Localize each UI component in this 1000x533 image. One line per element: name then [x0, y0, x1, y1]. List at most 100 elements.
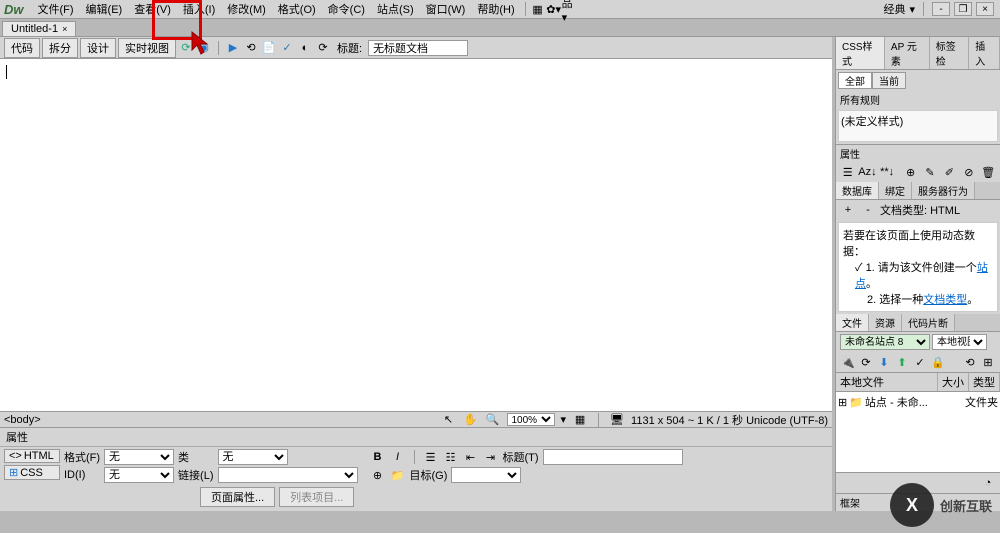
menu-commands[interactable]: 命令(C) [322, 0, 371, 19]
hand-tool-icon[interactable]: ✋ [463, 412, 479, 428]
title-input[interactable] [368, 40, 468, 56]
maximize-button[interactable]: ❐ [954, 2, 972, 16]
design-editor[interactable] [0, 59, 832, 411]
menu-edit[interactable]: 编辑(E) [80, 0, 129, 19]
select-tool-icon[interactable]: ↖ [441, 412, 457, 428]
menu-view[interactable]: 查看(V) [128, 0, 177, 19]
indent-icon[interactable]: ⇥ [483, 449, 499, 465]
checkin-icon[interactable]: 🔒 [930, 354, 946, 370]
tab-bindings[interactable]: 绑定 [879, 182, 912, 199]
tab-database[interactable]: 数据库 [836, 182, 879, 199]
split-view-button[interactable]: 拆分 [42, 38, 78, 58]
layout-label[interactable]: 经典 [883, 1, 905, 17]
new-rule-icon[interactable]: ✎ [922, 164, 937, 180]
css-all-button[interactable]: 全部 [838, 72, 872, 89]
tab-assets[interactable]: 资源 [869, 314, 902, 331]
view-select[interactable]: 本地视图 [932, 334, 987, 350]
file-list[interactable]: ⊞ 📁 站点 - 未命... 文件夹 [836, 392, 1000, 472]
col-file[interactable]: 本地文件 [836, 373, 938, 391]
ol-icon[interactable]: ☷ [443, 449, 459, 465]
tab-snippets[interactable]: 代码片断 [902, 314, 955, 331]
layout-dropdown-icon[interactable]: ▾ [909, 3, 915, 16]
id-select[interactable]: 无 [104, 467, 174, 483]
menu-modify[interactable]: 修改(M) [221, 0, 272, 19]
props-css-tab[interactable]: ⊞CSS [4, 465, 60, 480]
italic-icon[interactable]: I [390, 449, 406, 465]
browse-folder-icon[interactable]: 📁 [390, 467, 406, 483]
validate-icon[interactable]: ✓ [279, 40, 295, 56]
connect-icon[interactable]: 🔌 [840, 354, 856, 370]
attach-css-icon[interactable]: ⊕ [903, 164, 918, 180]
browser-preview-icon[interactable]: ▶ [225, 40, 241, 56]
edit-rule-icon[interactable]: ✐ [942, 164, 957, 180]
minimize-button[interactable]: - [932, 2, 950, 16]
device-icon[interactable]: 🖥 [609, 412, 625, 428]
tab-insert[interactable]: 插入 [969, 37, 1000, 69]
zoom-select[interactable]: 100% [507, 413, 555, 426]
live-view-button[interactable]: 实时视图 [118, 38, 176, 58]
css-current-button[interactable]: 当前 [872, 72, 906, 89]
options-icon[interactable]: ⟳ [315, 40, 331, 56]
design-view-button[interactable]: 设计 [80, 38, 116, 58]
inspect-icon[interactable]: ◉ [196, 40, 212, 56]
show-set-icon[interactable]: **↓ [879, 164, 894, 180]
show-list-icon[interactable]: Az↓ [859, 164, 875, 180]
extend-icon[interactable]: ✿▾ [546, 1, 562, 17]
zoom-tool-icon[interactable]: 🔍 [485, 412, 501, 428]
page-properties-button[interactable]: 页面属性... [200, 487, 275, 507]
window-size-icon[interactable]: ▦ [572, 412, 588, 428]
class-select[interactable]: 无 [218, 449, 288, 465]
tab-ap-elements[interactable]: AP 元素 [885, 37, 930, 69]
get-icon[interactable]: ⬇ [876, 354, 892, 370]
site-select[interactable]: 未命名站点 8 [840, 334, 930, 350]
css-panel-tabs: CSS样式 AP 元素 标签检 插入 [836, 37, 1000, 70]
tag-selector[interactable]: <body> [4, 414, 41, 426]
document-tab[interactable]: Untitled-1 × [2, 21, 76, 36]
file-row[interactable]: ⊞ 📁 站点 - 未命... 文件夹 [838, 394, 998, 410]
bold-icon[interactable]: B [370, 449, 386, 465]
file-mgmt-icon[interactable]: 📄 [261, 40, 277, 56]
format-select[interactable]: 无 [104, 449, 174, 465]
tab-css-styles[interactable]: CSS样式 [836, 37, 885, 69]
put-icon[interactable]: ⬆ [894, 354, 910, 370]
live-code-icon[interactable]: ⟳ [178, 40, 194, 56]
checkout-icon[interactable]: ✓ [912, 354, 928, 370]
site-icon[interactable]: 品▾ [562, 1, 578, 17]
sync-icon[interactable]: ⟲ [962, 354, 978, 370]
show-category-icon[interactable]: ☰ [840, 164, 855, 180]
expand-icon[interactable]: ⊞ [980, 354, 996, 370]
menu-insert[interactable]: 插入(I) [177, 0, 221, 19]
expand-toggle-icon[interactable]: ⊞ [838, 396, 847, 409]
close-button[interactable]: × [976, 2, 994, 16]
menu-window[interactable]: 窗口(W) [420, 0, 472, 19]
check-icon[interactable]: ◐ [297, 40, 313, 56]
link-select[interactable] [218, 467, 358, 483]
tab-files[interactable]: 文件 [836, 314, 869, 331]
title-attr-input[interactable] [543, 449, 683, 465]
target-select[interactable] [451, 467, 521, 483]
tab-server-behaviors[interactable]: 服务器行为 [912, 182, 975, 199]
properties-header[interactable]: 属性 [0, 428, 832, 447]
col-size[interactable]: 大小 [938, 373, 969, 391]
menu-site[interactable]: 站点(S) [371, 0, 420, 19]
disable-icon[interactable]: ⊘ [961, 164, 976, 180]
refresh-files-icon[interactable]: ⟳ [858, 354, 874, 370]
refresh-icon[interactable]: ⟲ [243, 40, 259, 56]
remove-icon[interactable]: - [860, 202, 876, 218]
props-html-tab[interactable]: <>HTML [4, 449, 60, 463]
close-icon[interactable]: × [62, 24, 67, 34]
code-view-button[interactable]: 代码 [4, 38, 40, 58]
ul-icon[interactable]: ☰ [423, 449, 439, 465]
layout-icon[interactable]: ▦ [530, 1, 546, 17]
menu-format[interactable]: 格式(O) [272, 0, 322, 19]
menu-help[interactable]: 帮助(H) [471, 0, 520, 19]
tab-tag-inspector[interactable]: 标签检 [930, 37, 970, 69]
col-type[interactable]: 类型 [969, 373, 1000, 391]
outdent-icon[interactable]: ⇤ [463, 449, 479, 465]
point-to-file-icon[interactable]: ⊕ [370, 467, 386, 483]
css-rules-list[interactable]: (未定义样式) [838, 110, 998, 142]
doctype-link[interactable]: 文档类型 [923, 294, 967, 306]
menu-file[interactable]: 文件(F) [32, 0, 80, 19]
add-icon[interactable]: + [840, 202, 856, 218]
delete-rule-icon[interactable]: 🗑 [981, 164, 996, 180]
